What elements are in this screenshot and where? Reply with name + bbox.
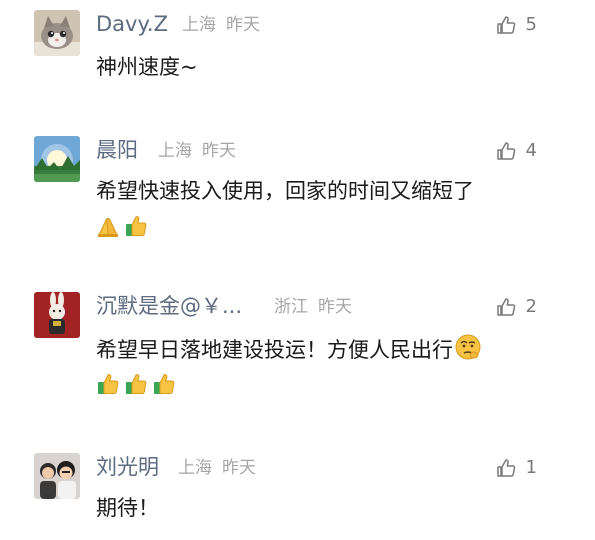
timestamp: 昨天: [226, 15, 260, 35]
location: 浙江: [274, 297, 308, 317]
thumbs-up-icon: [96, 372, 120, 396]
comment-meta: 浙江 昨天: [274, 296, 352, 318]
username[interactable]: 刘光明: [96, 455, 159, 479]
thumbs-up-icon: [152, 372, 176, 396]
avatar[interactable]: [34, 453, 80, 499]
comment-text: 期待！: [96, 496, 159, 520]
comment-text: 神州速度~: [96, 55, 198, 79]
comment-text: 希望早日落地建设投运！方便人民出行: [96, 334, 481, 366]
timestamp: 昨天: [222, 458, 256, 478]
emoji-row: [96, 214, 148, 238]
location: 上海: [182, 15, 216, 35]
thumbs-up-outline-icon: [496, 297, 516, 317]
like-button[interactable]: 5: [496, 14, 537, 35]
comment-meta: 上海 昨天: [182, 14, 260, 36]
location: 上海: [178, 458, 212, 478]
username[interactable]: Davy.Z: [96, 12, 168, 36]
thumbs-up-outline-icon: [496, 141, 516, 161]
thumbs-up-outline-icon: [496, 15, 516, 35]
thumbs-up-icon: [124, 372, 148, 396]
like-button[interactable]: 2: [496, 296, 537, 317]
comment-text: 希望快速投入使用，回家的时间又缩短了: [96, 179, 474, 203]
comment-meta: 上海 昨天: [178, 457, 256, 479]
comment-meta: 上海 昨天: [158, 140, 236, 162]
comment-item: Davy.Z 上海 昨天 5 神州速度~: [0, 10, 595, 90]
avatar[interactable]: [34, 10, 80, 56]
like-button[interactable]: 4: [496, 140, 537, 161]
avatar[interactable]: [34, 292, 80, 338]
comment-text-body: 希望早日落地建设投运！方便人民出行: [96, 338, 453, 362]
thumbs-up-icon: [124, 214, 148, 238]
comment-item: 沉默是金@￥... 浙江 昨天 2 希望早日落地建设投运！方便人民出行: [0, 292, 595, 402]
location: 上海: [158, 141, 192, 161]
timestamp: 昨天: [202, 141, 236, 161]
timestamp: 昨天: [318, 297, 352, 317]
avatar[interactable]: [34, 136, 80, 182]
like-button[interactable]: 1: [496, 457, 537, 478]
like-count: 5: [525, 14, 537, 35]
comment-item: 刘光明 上海 昨天 1 期待！: [0, 453, 595, 533]
pondering-face-icon: [455, 334, 481, 366]
like-count: 2: [525, 296, 537, 317]
comment-item: 晨阳 上海 昨天 4 希望快速投入使用，回家的时间又缩短了: [0, 136, 595, 246]
thumbs-up-outline-icon: [496, 458, 516, 478]
emoji-row: [96, 372, 176, 396]
username[interactable]: 晨阳: [96, 138, 138, 162]
like-count: 1: [525, 457, 537, 478]
username[interactable]: 沉默是金@￥...: [96, 294, 242, 318]
pray-icon: [96, 214, 120, 238]
like-count: 4: [525, 140, 537, 161]
